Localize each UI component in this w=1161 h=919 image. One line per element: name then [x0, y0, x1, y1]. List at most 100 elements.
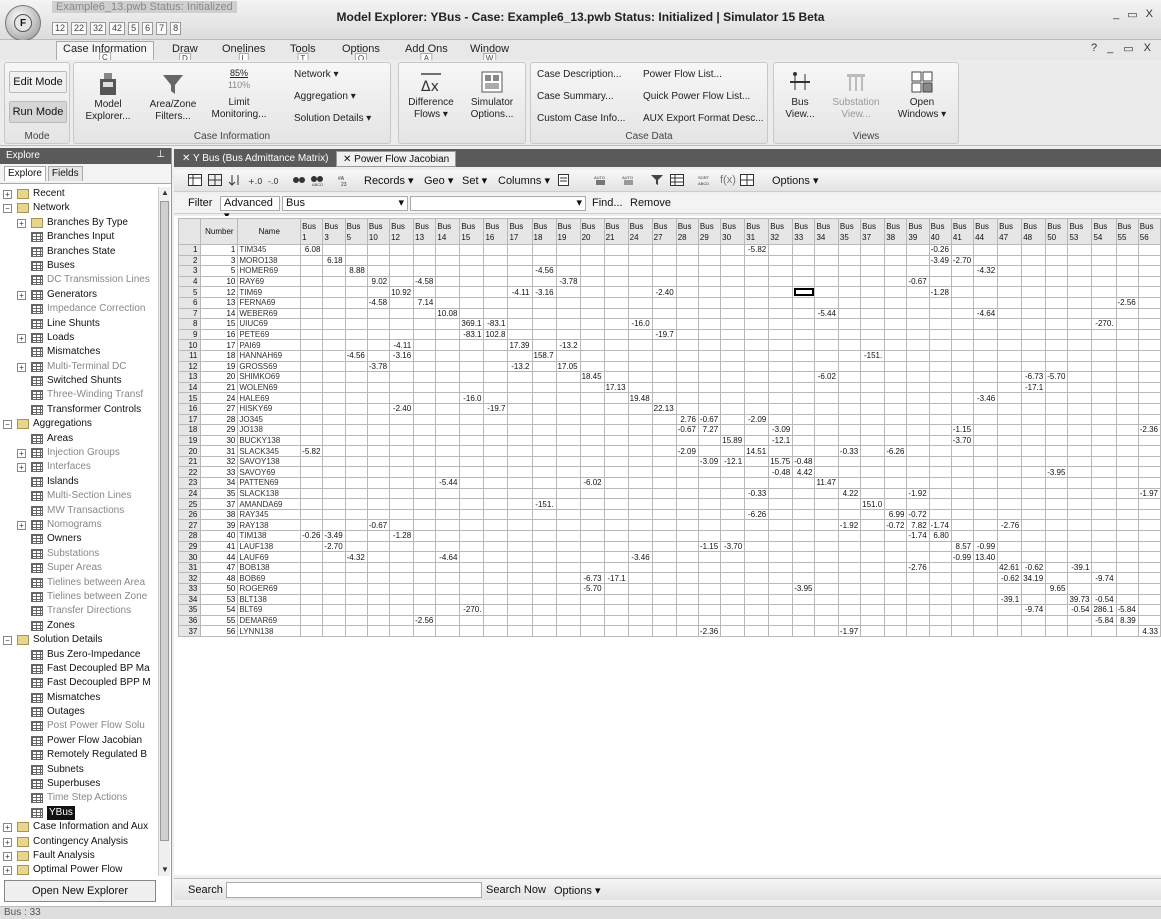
ybus-cell[interactable] [322, 360, 346, 373]
network-dropdown[interactable]: Network ▾ [294, 69, 338, 80]
ybus-cell[interactable]: -1.97 [1137, 487, 1161, 500]
ybus-cell[interactable] [459, 275, 485, 288]
ybus-cell[interactable] [322, 614, 346, 627]
ybus-cell[interactable] [1067, 349, 1093, 362]
expand-icon[interactable]: + [17, 449, 26, 459]
ybus-cell[interactable] [860, 625, 886, 637]
ybus-cell[interactable] [459, 424, 485, 436]
ybus-cell[interactable] [1115, 540, 1139, 553]
ybus-cell[interactable] [579, 625, 605, 637]
ybus-cell[interactable] [300, 455, 324, 468]
ybus-cell[interactable] [389, 572, 415, 584]
ybus-cell[interactable] [344, 593, 368, 606]
ybus-cell[interactable] [837, 318, 862, 330]
ybus-cell[interactable] [555, 402, 581, 415]
bus-view-button[interactable]: Bus View... [780, 69, 820, 121]
column-header-bus[interactable]: Bus 31 [744, 218, 770, 245]
collapse-icon[interactable]: − [3, 204, 12, 214]
table-row[interactable]: 10 17 PAI69 -4.11 17.39 -13.2 [177, 339, 1161, 351]
ybus-cell[interactable] [459, 339, 485, 351]
ybus-cell[interactable] [697, 498, 722, 510]
ybus-cell[interactable] [675, 519, 699, 532]
ybus-cell[interactable] [906, 381, 930, 394]
open-new-explorer-button[interactable]: Open New Explorer [4, 880, 156, 902]
ybus-cell[interactable] [1115, 371, 1139, 383]
ybus-cell[interactable]: -19.7 [651, 328, 677, 341]
ybus-cell[interactable] [413, 551, 437, 563]
ybus-cell[interactable] [928, 593, 952, 606]
ybus-cell[interactable] [928, 561, 952, 574]
ybus-cell[interactable]: -4.58 [413, 275, 437, 288]
ybus-cell[interactable] [322, 318, 346, 330]
ybus-cell[interactable] [792, 508, 816, 521]
ybus-cell[interactable] [413, 413, 437, 426]
edit-mode-button[interactable]: Edit Mode [9, 71, 67, 93]
ybus-cell[interactable] [1115, 339, 1139, 351]
ybus-cell[interactable] [1091, 307, 1117, 320]
ybus-cell[interactable] [928, 371, 952, 383]
ybus-cell[interactable] [814, 625, 839, 637]
ybus-cell[interactable] [651, 604, 677, 616]
ybus-cell[interactable] [483, 498, 509, 510]
ybus-cell[interactable] [483, 455, 509, 468]
ybus-cell[interactable]: -0.62 [997, 572, 1023, 584]
row-index[interactable]: 1 [177, 244, 202, 256]
ybus-cell[interactable] [459, 254, 485, 267]
table-row[interactable]: 13 20 SHIMKO69 18.45 -6.02 -6.73 -5.70 [177, 371, 1161, 383]
ybus-cell[interactable] [884, 349, 908, 362]
ybus-cell[interactable] [1067, 371, 1093, 383]
ybus-cell[interactable] [627, 445, 653, 457]
ybus-cell[interactable] [744, 424, 770, 436]
ybus-cell[interactable] [906, 328, 930, 341]
ybus-cell[interactable]: -0.72 [884, 519, 908, 532]
ybus-cell[interactable] [1067, 551, 1093, 563]
ybus-cell[interactable] [627, 371, 653, 383]
column-header-bus[interactable]: Bus 38 [884, 218, 908, 245]
ybus-cell[interactable]: -5.82 [300, 445, 324, 457]
ybus-cell[interactable] [1091, 583, 1117, 595]
ybus-cell[interactable] [814, 434, 839, 447]
ybus-cell[interactable] [366, 487, 391, 500]
ybus-cell[interactable] [792, 402, 816, 415]
bus-number-cell[interactable]: 40 [200, 530, 239, 542]
ybus-cell[interactable] [389, 445, 415, 457]
ybus-cell[interactable] [344, 318, 368, 330]
ybus-cell[interactable] [950, 413, 975, 426]
ybus-cell[interactable] [413, 572, 437, 584]
bus-number-cell[interactable]: 31 [200, 445, 239, 457]
ybus-cell[interactable] [675, 381, 699, 394]
ybus-cell[interactable] [555, 445, 581, 457]
ybus-cell[interactable] [792, 434, 816, 447]
case-summary-link[interactable]: Case Summary... [537, 91, 614, 102]
table-row[interactable]: 29 41 LAUF138 -2.70 -1.15 -3.70 8.57 -0.99 [177, 540, 1161, 553]
ybus-cell[interactable] [675, 265, 699, 277]
ybus-cell[interactable] [837, 392, 862, 404]
ybus-cell[interactable] [531, 244, 557, 256]
ybus-cell[interactable] [435, 445, 461, 457]
find-button[interactable]: Find... [592, 197, 623, 209]
ybus-cell[interactable] [435, 244, 461, 256]
ybus-cell[interactable] [906, 424, 930, 436]
tab-tools[interactable]: Tools T [290, 43, 316, 64]
ybus-cell[interactable] [997, 244, 1023, 256]
ybus-cell[interactable] [322, 561, 346, 574]
ybus-cell[interactable] [366, 614, 391, 627]
ybus-cell[interactable] [483, 275, 509, 288]
ybus-cell[interactable]: -6.02 [579, 477, 605, 489]
ybus-cell[interactable]: -5.70 [579, 583, 605, 595]
ybus-cell[interactable] [483, 593, 509, 606]
ybus-cell[interactable]: 13.40 [973, 551, 999, 563]
ybus-cell[interactable] [579, 530, 605, 542]
table-row[interactable]: 12 19 GROSS69 -3.78 -13.2 17.05 [177, 360, 1161, 373]
ybus-cell[interactable] [507, 487, 533, 500]
ybus-cell[interactable] [744, 530, 770, 542]
column-header-bus[interactable]: Bus 54 [1091, 218, 1117, 245]
ybus-cell[interactable]: 4.42 [792, 466, 816, 479]
ybus-cell[interactable] [366, 371, 391, 383]
ybus-cell[interactable] [389, 477, 415, 489]
ybus-cell[interactable]: 9.65 [1045, 583, 1069, 595]
ybus-cell[interactable] [1137, 572, 1161, 584]
row-index[interactable]: 35 [177, 604, 202, 616]
ybus-cell[interactable] [627, 498, 653, 510]
ybus-cell[interactable] [1137, 477, 1161, 489]
